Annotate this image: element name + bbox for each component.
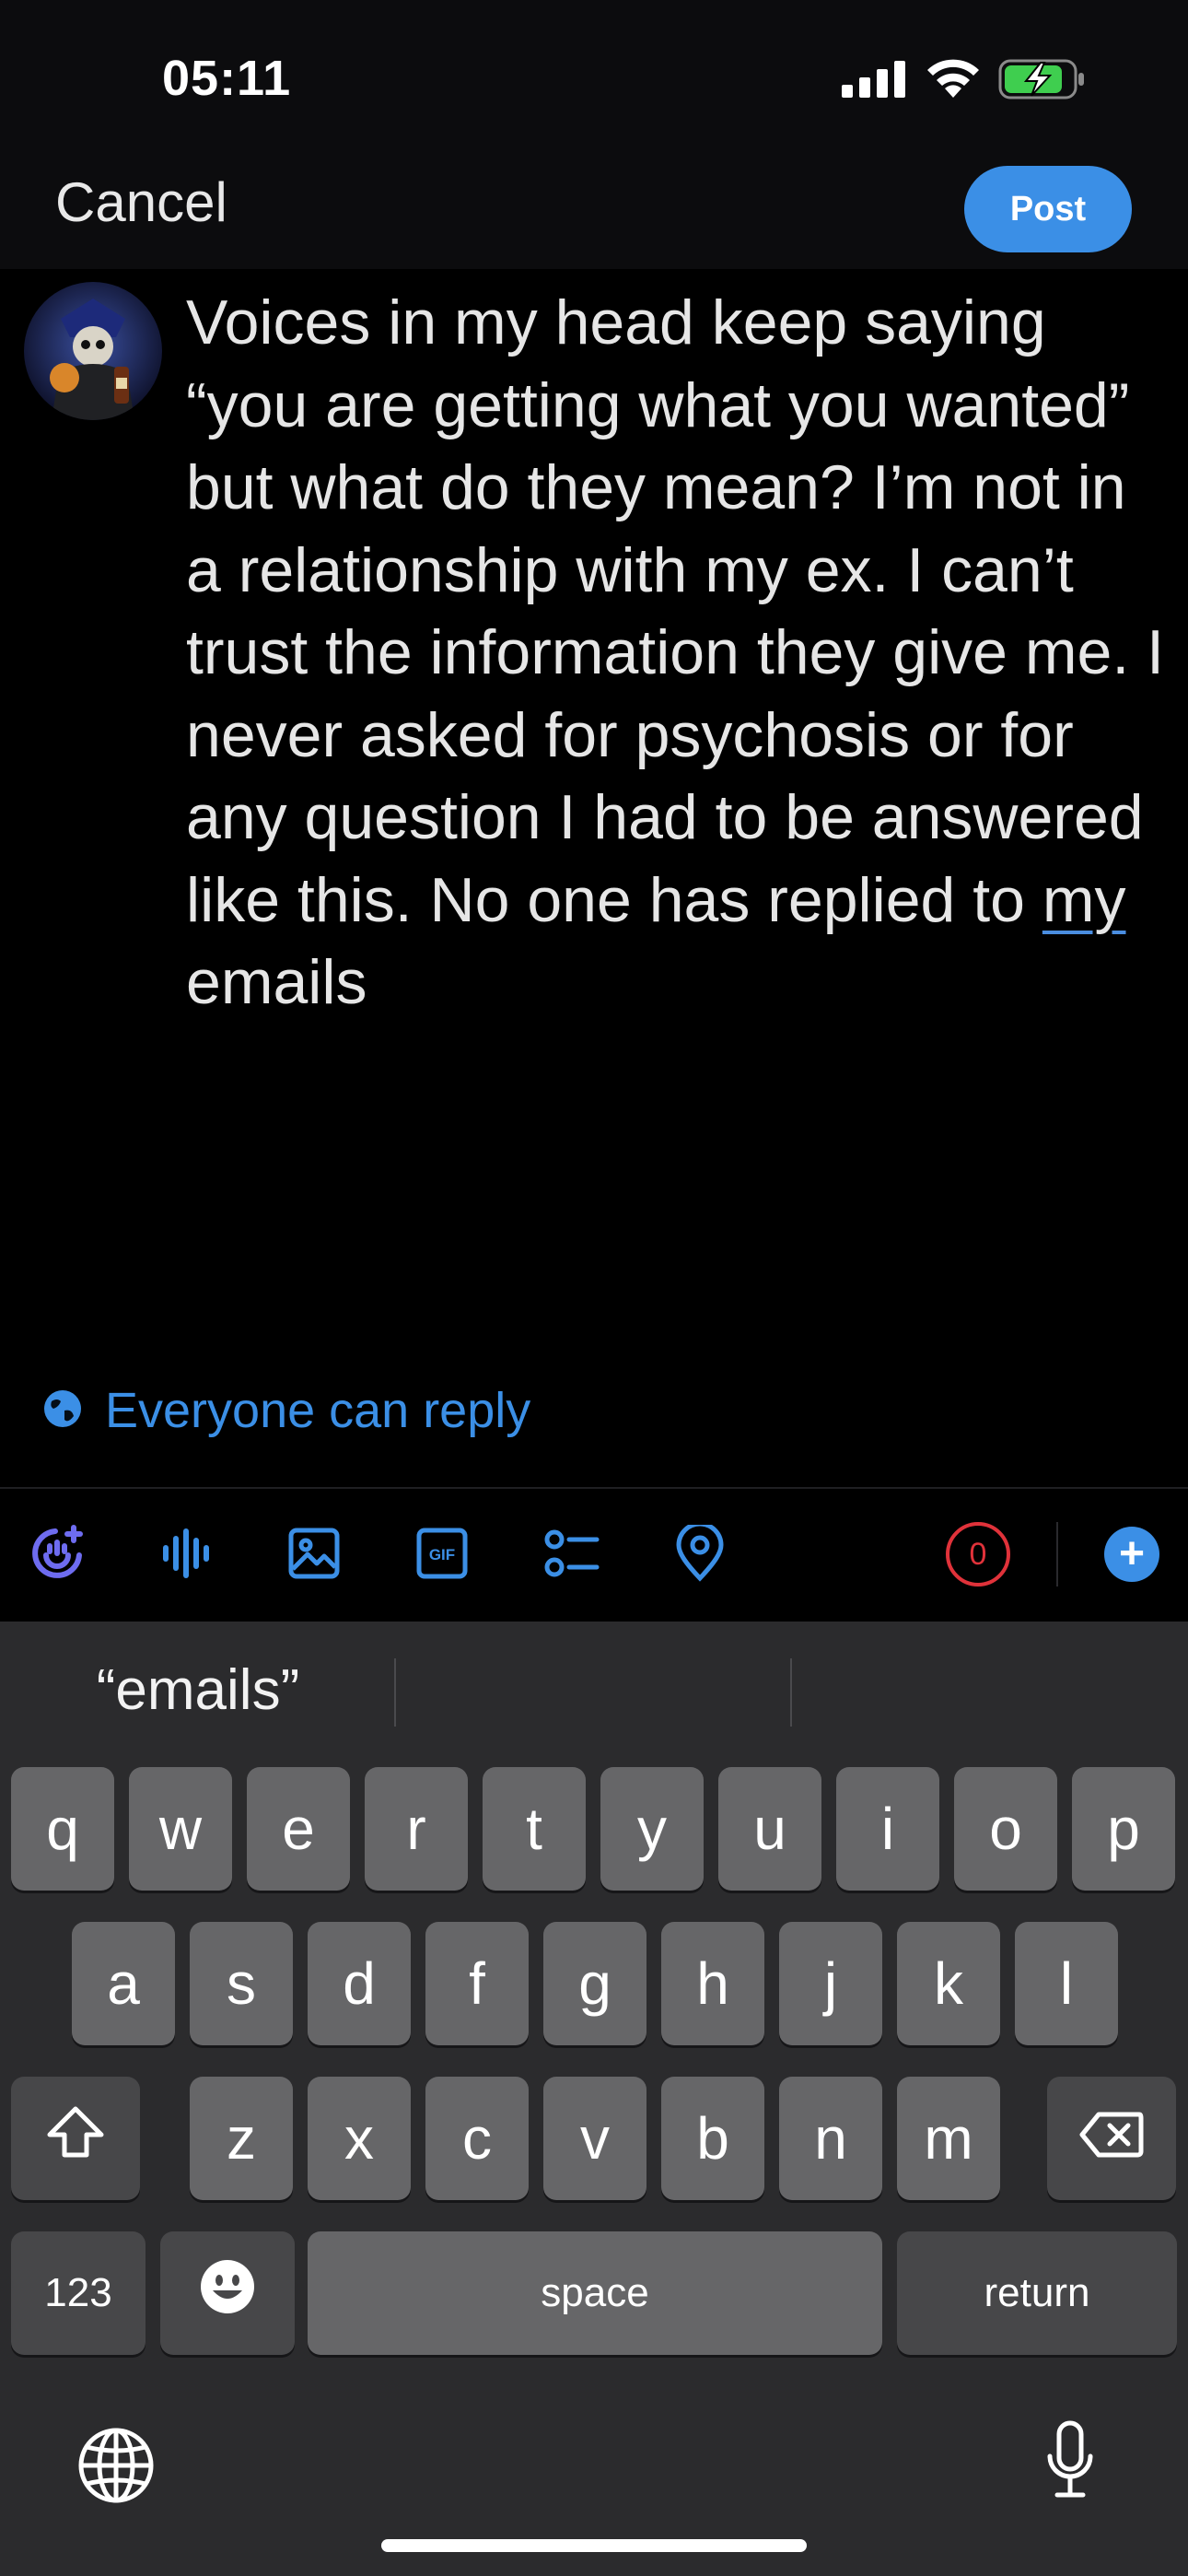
key-t[interactable]: t <box>483 1767 586 1891</box>
compose-text-after: emails <box>186 947 367 1017</box>
key-i[interactable]: i <box>836 1767 939 1891</box>
delete-key[interactable] <box>1047 2077 1176 2200</box>
key-q[interactable]: q <box>11 1767 114 1891</box>
poll-icon[interactable] <box>539 1520 605 1587</box>
key-e[interactable]: e <box>247 1767 350 1891</box>
key-v[interactable]: v <box>543 2077 646 2200</box>
reply-setting-label: Everyone can reply <box>105 1383 531 1438</box>
key-n[interactable]: n <box>779 2077 882 2200</box>
shift-key[interactable] <box>11 2077 140 2200</box>
key-w[interactable]: w <box>129 1767 232 1891</box>
home-indicator <box>381 2539 807 2552</box>
key-m[interactable]: m <box>897 2077 1000 2200</box>
reply-setting-button[interactable]: Everyone can reply <box>42 1382 530 1439</box>
key-p[interactable]: p <box>1072 1767 1175 1891</box>
key-h[interactable]: h <box>661 1922 764 2045</box>
compose-text-before: Voices in my head keep saying “you are g… <box>186 287 1165 935</box>
numbers-key[interactable]: 123 <box>11 2231 146 2355</box>
emoji-key[interactable] <box>160 2231 295 2355</box>
key-z[interactable]: z <box>190 2077 293 2200</box>
autocorrect-suggestion[interactable]: “emails” <box>0 1622 396 1758</box>
microphone-icon[interactable] <box>1044 2419 1096 2507</box>
shift-icon <box>46 2104 105 2172</box>
space-key[interactable]: space <box>308 2231 882 2355</box>
key-j[interactable]: j <box>779 1922 882 2045</box>
key-s[interactable]: s <box>190 1922 293 2045</box>
backspace-icon <box>1078 2104 1145 2172</box>
key-a[interactable]: a <box>72 1922 175 2045</box>
globe-icon <box>42 1388 83 1434</box>
compose-textarea[interactable]: Voices in my head keep saying “you are g… <box>186 282 1171 1025</box>
return-key[interactable]: return <box>897 2231 1177 2355</box>
key-k[interactable]: k <box>897 1922 1000 2045</box>
key-d[interactable]: d <box>308 1922 411 2045</box>
divider <box>0 1487 1188 1489</box>
key-g[interactable]: g <box>543 1922 646 2045</box>
key-y[interactable]: y <box>600 1767 704 1891</box>
suggestion-divider <box>790 1658 792 1727</box>
key-l[interactable]: l <box>1015 1922 1118 2045</box>
post-button[interactable]: Post <box>964 166 1132 252</box>
character-counter: 0 <box>946 1522 1010 1587</box>
cancel-button[interactable]: Cancel <box>55 170 227 234</box>
toolbar-divider <box>1056 1522 1058 1587</box>
key-o[interactable]: o <box>954 1767 1057 1891</box>
key-f[interactable]: f <box>425 1922 529 2045</box>
grok-add-icon[interactable] <box>24 1520 90 1587</box>
key-r[interactable]: r <box>365 1767 468 1891</box>
wifi-icon <box>925 57 982 104</box>
add-thread-button[interactable]: + <box>1104 1527 1159 1582</box>
image-icon[interactable] <box>281 1520 347 1587</box>
key-x[interactable]: x <box>308 2077 411 2200</box>
globe-keyboard-icon[interactable] <box>77 2427 155 2509</box>
key-u[interactable]: u <box>718 1767 821 1891</box>
emoji-icon <box>198 2257 257 2330</box>
key-b[interactable]: b <box>661 2077 764 2200</box>
gif-icon[interactable]: GIF <box>409 1520 475 1587</box>
battery-charging-icon <box>998 59 1087 104</box>
avatar[interactable] <box>24 282 162 420</box>
location-pin-icon[interactable] <box>667 1520 733 1587</box>
audio-waveform-icon[interactable] <box>153 1520 219 1587</box>
key-c[interactable]: c <box>425 2077 529 2200</box>
status-time: 05:11 <box>162 51 292 106</box>
spellcheck-word[interactable]: my <box>1042 865 1126 935</box>
suggestion-divider <box>394 1658 396 1727</box>
svg-text:GIF: GIF <box>429 1546 455 1563</box>
signal-icon <box>842 61 906 102</box>
